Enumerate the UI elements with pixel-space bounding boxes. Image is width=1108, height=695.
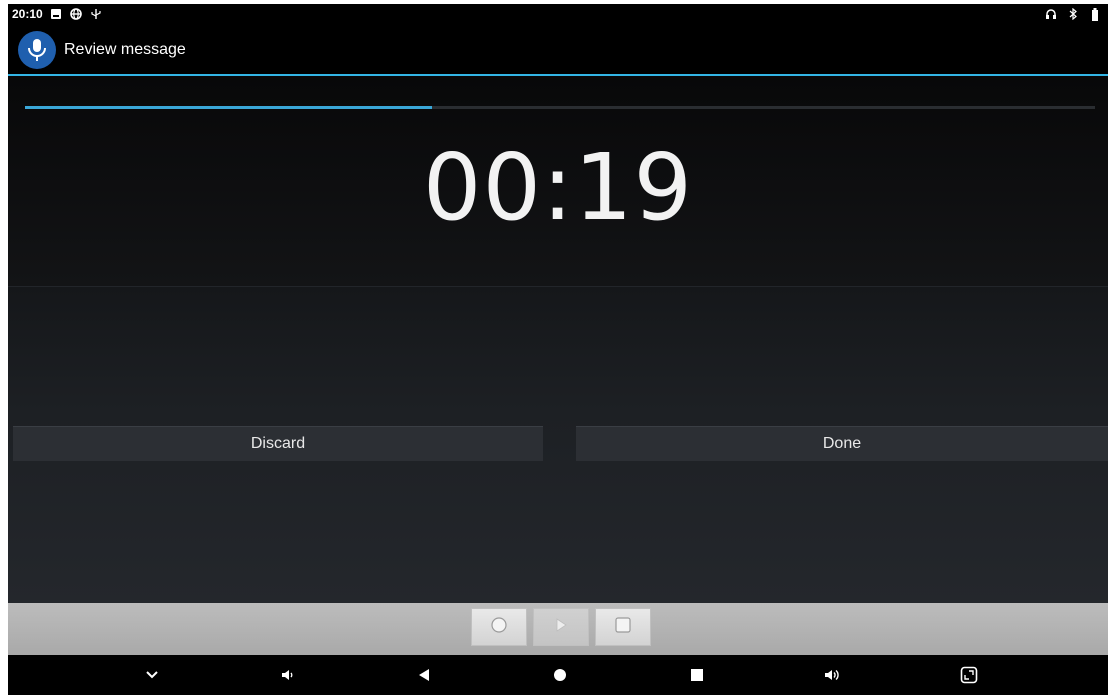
play-icon [553,617,569,638]
usb-icon [89,7,103,21]
microphone-icon[interactable] [18,31,56,69]
hide-keyboard-chevron-icon[interactable] [140,663,164,687]
navigation-bar [8,655,1108,695]
notification-icon [49,7,63,21]
home-icon[interactable] [548,663,572,687]
page-title: Review message [64,41,186,58]
record-button[interactable] [471,608,527,646]
vpn-globe-icon [69,7,83,21]
discard-button[interactable]: Discard [13,426,543,461]
status-time: 20:10 [12,7,43,21]
screenshot-icon[interactable] [957,663,981,687]
done-button[interactable]: Done [576,426,1108,461]
stop-square-icon [614,616,632,639]
back-icon[interactable] [412,663,436,687]
timer-panel: 00:19 [8,76,1108,287]
stop-button[interactable] [595,608,651,646]
media-controls [8,603,1108,655]
message-panel: Discard Done [8,287,1108,603]
playback-progress-bar[interactable] [25,106,1095,109]
bluetooth-icon [1066,7,1080,21]
headset-icon [1044,7,1058,21]
device-screen: 20:10 Review message 00:19 Discard Done [8,4,1108,695]
record-circle-icon [490,616,508,639]
volume-down-icon[interactable] [276,663,300,687]
action-bar: Review message [8,26,1108,76]
battery-icon [1088,7,1102,21]
elapsed-timer: 00:19 [422,134,694,241]
playback-progress-fill [25,106,432,109]
volume-up-icon[interactable] [821,663,845,687]
status-bar: 20:10 [8,4,1108,26]
recents-icon[interactable] [685,663,709,687]
play-button[interactable] [533,608,589,646]
